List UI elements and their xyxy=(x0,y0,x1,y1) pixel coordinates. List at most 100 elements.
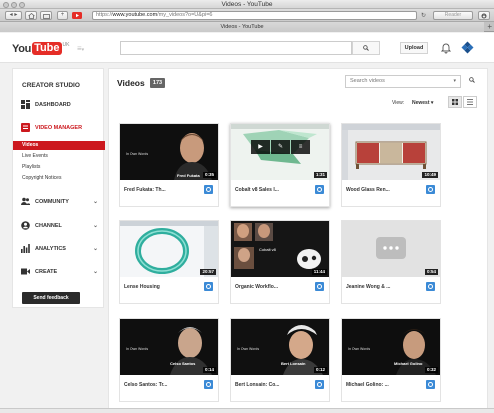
sidebar-label-create: CREATE xyxy=(35,269,58,275)
public-globe-icon xyxy=(204,282,213,291)
video-count-badge: 173 xyxy=(150,78,165,88)
home-icon xyxy=(27,12,35,19)
thumbnail-caption: Bert Lonsain xyxy=(281,361,306,366)
sidebar-item-channel[interactable]: CHANNEL ⌄ xyxy=(13,219,105,233)
video-title[interactable]: Wood Glass Ren... xyxy=(346,187,421,193)
video-title[interactable]: Lense Housing xyxy=(124,284,199,290)
new-tab-button[interactable]: + xyxy=(487,22,492,32)
create-camera-icon xyxy=(21,268,30,275)
youtube-logo[interactable]: You Tube UK xyxy=(12,42,69,55)
notifications-button[interactable] xyxy=(440,42,452,54)
window-titlebar: Videos - YouTube xyxy=(0,0,494,9)
video-card[interactable]: 20:57 Lense Housing xyxy=(119,220,219,304)
browser-status-bar xyxy=(0,408,494,413)
chevron-down-icon[interactable]: ▾ xyxy=(453,76,456,87)
edit-pencil-icon[interactable]: ✎ xyxy=(271,140,290,154)
video-card[interactable]: In Own Words Fred Fukata 0:35 Fred Fukat… xyxy=(119,123,219,207)
avatar-icon xyxy=(461,41,474,54)
youtube-extension-button[interactable] xyxy=(72,12,87,19)
video-thumbnail[interactable]: 20:57 xyxy=(120,221,218,277)
video-title[interactable]: Fred Fukata: Th... xyxy=(124,187,199,193)
creator-studio-sidebar: CREATOR STUDIO DASHBOARD VIDEO MANAGER V… xyxy=(12,68,105,308)
account-avatar[interactable] xyxy=(461,41,474,54)
tab-bar: Videos - YouTube + xyxy=(0,22,494,32)
video-thumbnail[interactable]: In Own Words Bert Lonsain 0:12 xyxy=(231,319,329,375)
url-scheme: https:// xyxy=(96,12,113,18)
video-card[interactable]: 10:49 Wood Glass Ren... xyxy=(341,123,441,207)
video-thumbnail[interactable]: 10:49 xyxy=(342,124,440,180)
reader-button[interactable]: Reader xyxy=(433,11,473,20)
chevron-down-icon[interactable]: ⌄ xyxy=(93,198,98,205)
thumbnail-tag: In Own Words xyxy=(126,347,149,351)
play-icon[interactable]: ▶ xyxy=(251,140,270,154)
thumbnail-tag: In Own Words xyxy=(348,347,371,351)
subnav-playlists[interactable]: Playlists xyxy=(13,163,105,172)
search-button[interactable] xyxy=(352,41,380,55)
video-card[interactable]: In Own Words Celso Santos 0:14 Celso San… xyxy=(119,318,219,402)
sort-dropdown[interactable]: Newest ▾ xyxy=(412,100,433,106)
subnav-videos[interactable]: Videos xyxy=(13,141,105,150)
search-videos-button[interactable] xyxy=(465,75,479,88)
share-button[interactable] xyxy=(40,11,52,20)
subnav-live-events[interactable]: Live Events xyxy=(13,152,105,161)
send-feedback-button[interactable]: Send feedback xyxy=(22,292,80,304)
forward-icon[interactable]: ▸ xyxy=(14,12,17,18)
video-title[interactable]: Bert Lonsain: Co... xyxy=(235,382,310,388)
creator-studio-title: CREATOR STUDIO xyxy=(22,82,80,89)
video-thumbnail[interactable]: Cobalt v8 11:44 xyxy=(231,221,329,277)
video-title[interactable]: Organic Workflo... xyxy=(235,284,310,290)
grid-view-button[interactable] xyxy=(448,96,462,108)
thumbnail-caption: Celso Santos xyxy=(170,361,196,366)
video-title[interactable]: Michael Golino: ... xyxy=(346,382,421,388)
video-title[interactable]: Cobalt v8 Sales I... xyxy=(235,187,310,193)
back-icon[interactable]: ◂ xyxy=(10,12,13,18)
logo-you-text: You xyxy=(12,42,32,55)
video-title[interactable]: Jeanine Wong & ... xyxy=(346,284,421,290)
address-bar[interactable]: https://www.youtube.com/my_videos?o=U&pi… xyxy=(92,11,417,20)
video-title[interactable]: Celso Santos: Tr... xyxy=(124,382,199,388)
sidebar-item-analytics[interactable]: ANALYTICS ⌄ xyxy=(13,242,105,256)
video-manager-icon xyxy=(21,123,30,132)
add-bookmark-button[interactable]: + xyxy=(57,11,68,20)
url-host: www.youtube.com xyxy=(112,12,158,18)
upload-button[interactable]: Upload xyxy=(400,42,428,54)
search-videos-input[interactable]: Search videos ▾ xyxy=(345,75,461,88)
sidebar-item-dashboard[interactable]: DASHBOARD xyxy=(13,98,105,112)
view-label: View: xyxy=(392,100,405,106)
sidebar-item-community[interactable]: COMMUNITY ⌄ xyxy=(13,195,105,209)
public-globe-icon xyxy=(204,380,213,389)
sidebar-item-video-manager[interactable]: VIDEO MANAGER xyxy=(13,121,105,135)
chevron-down-icon[interactable]: ⌄ xyxy=(93,245,98,252)
video-card[interactable]: Cobalt v8 11:44 Organic Workflo... xyxy=(230,220,330,304)
video-thumbnail[interactable]: In Own Words Celso Santos 0:14 xyxy=(120,319,218,375)
reload-icon[interactable]: ↻ xyxy=(421,12,426,19)
video-card[interactable]: In Own Words Michael Golino 0:32 Michael… xyxy=(341,318,441,402)
video-duration: 0:54 xyxy=(424,269,438,275)
video-duration: 11:44 xyxy=(311,269,327,275)
search-input[interactable] xyxy=(120,41,352,55)
list-view-button[interactable] xyxy=(463,96,477,108)
home-button[interactable] xyxy=(25,11,37,20)
video-thumbnail[interactable]: In Own Words Fred Fukata 0:35 xyxy=(120,124,218,180)
public-globe-icon xyxy=(426,380,435,389)
video-thumbnail[interactable]: 0:54 xyxy=(342,221,440,277)
chevron-down-icon[interactable]: ⌄ xyxy=(93,222,98,229)
back-forward-buttons[interactable]: ◂ ▸ xyxy=(5,11,22,20)
search-icon xyxy=(469,77,475,83)
chevron-down-icon[interactable]: ⌄ xyxy=(93,268,98,275)
video-thumbnail[interactable]: In Own Words Michael Golino 0:32 xyxy=(342,319,440,375)
video-card[interactable]: 0:54 Jeanine Wong & ... xyxy=(341,220,441,304)
search-videos-placeholder: Search videos xyxy=(350,78,385,84)
active-tab[interactable]: Videos - YouTube xyxy=(0,22,484,32)
grid-icon xyxy=(452,99,458,105)
video-thumbnail[interactable]: ▶ ✎ ≡ 1:31 xyxy=(231,124,329,180)
video-card[interactable]: ▶ ✎ ≡ 1:31 Cobalt v8 Sales I... xyxy=(230,123,330,207)
guide-menu-icon[interactable]: ≡▾ xyxy=(77,45,84,54)
downloads-button[interactable] xyxy=(478,11,490,20)
more-actions-icon[interactable]: ≡ xyxy=(291,140,310,154)
public-globe-icon xyxy=(315,282,324,291)
sidebar-item-create[interactable]: CREATE ⌄ xyxy=(13,265,105,279)
subnav-copyright-notices[interactable]: Copyright Notices xyxy=(13,174,105,183)
video-card[interactable]: In Own Words Bert Lonsain 0:12 Bert Lons… xyxy=(230,318,330,402)
sidebar-label-community: COMMUNITY xyxy=(35,199,69,205)
